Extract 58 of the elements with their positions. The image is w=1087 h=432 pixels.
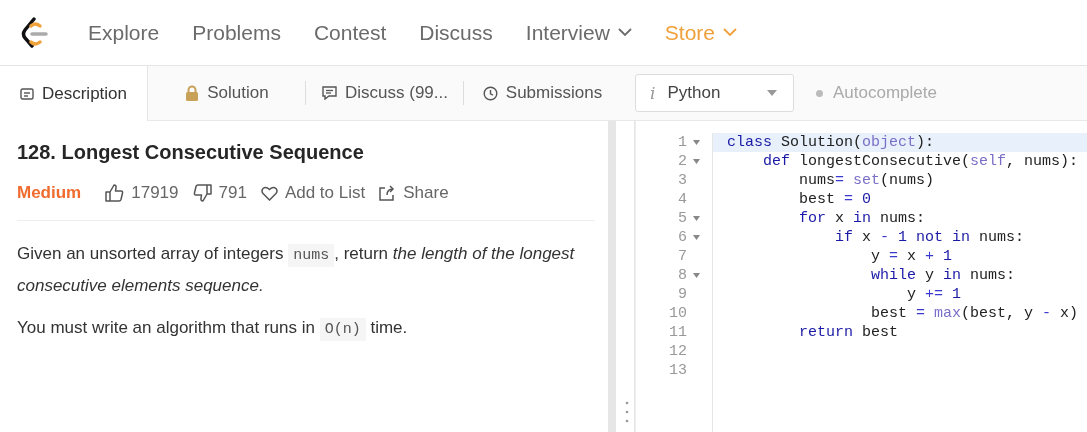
code-line: y = x + 1 [870, 248, 953, 265]
logo-icon[interactable] [20, 15, 50, 50]
clock-icon [482, 85, 498, 101]
share-button[interactable]: Share [379, 183, 449, 203]
problem-title: 128. Longest Consecutive Sequence [17, 141, 365, 164]
language-select[interactable]: i Python [635, 74, 794, 112]
add-to-list-button[interactable]: Add to List [260, 183, 366, 203]
tab[interactable]: Submissions [464, 66, 621, 120]
line-number: 6 [678, 228, 687, 247]
fold-arrow-icon[interactable] [693, 235, 700, 240]
line-number: 3 [678, 171, 687, 190]
fold-arrow-icon[interactable] [693, 216, 700, 221]
tab[interactable]: Solution [148, 66, 306, 120]
code-line: best = max(best, y - x) [870, 305, 1079, 322]
code-line: for x in nums: [798, 210, 926, 227]
scrollbar[interactable] [608, 121, 616, 432]
dropdown-caret-icon [767, 90, 777, 96]
nav-link[interactable]: Explore [88, 20, 160, 45]
fold-arrow-icon[interactable] [693, 273, 700, 278]
line-number: 11 [669, 323, 687, 342]
problem-description: Given an unsorted array of integers nums , return the length of the longest consecutive elements sequence. [17, 243, 576, 297]
code-line: if x - 1 not in nums: [834, 229, 1025, 246]
nav-link[interactable]: Interview [525, 20, 632, 45]
chat-icon [322, 86, 337, 100]
line-number: 13 [669, 361, 687, 380]
line-number: 4 [678, 190, 687, 209]
line-number: 9 [678, 285, 687, 304]
code-line: y += 1 [906, 286, 962, 303]
like-button[interactable]: 17919 [105, 183, 179, 203]
line-number: 8 [678, 266, 687, 285]
code-line: class Solution(object): [727, 134, 935, 151]
code-line: return best [798, 324, 899, 341]
line-number: 12 [669, 342, 687, 361]
fold-arrow-icon[interactable] [693, 140, 700, 145]
tab[interactable]: Description [0, 66, 148, 121]
share-icon [379, 185, 397, 201]
nav-link[interactable]: Contest [313, 20, 387, 45]
heart-icon [260, 185, 278, 201]
line-number: 10 [669, 304, 687, 323]
fold-arrow-icon[interactable] [693, 159, 700, 164]
lock-icon [185, 85, 200, 101]
line-number: 7 [678, 247, 687, 266]
code-line: def longestConsecutive(self, nums): [762, 153, 1079, 170]
dislike-button[interactable]: 791 [192, 183, 247, 203]
nav-link[interactable]: Problems [192, 20, 281, 45]
problem-description: You must write an algorithm that runs in O(n) time. [17, 313, 579, 345]
thumbs-up-icon [105, 184, 125, 202]
tab[interactable]: Discuss (99... [306, 66, 464, 120]
line-number: 2 [678, 152, 687, 171]
difficulty-label: Medium [17, 183, 82, 203]
code-line: best = 0 [798, 191, 872, 208]
line-number: 1 [678, 133, 687, 152]
line-number: 5 [678, 209, 687, 228]
code-line: nums= set(nums) [798, 172, 935, 189]
code-line: while y in nums: [870, 267, 1016, 284]
nav-link[interactable]: Discuss [419, 20, 493, 45]
description-icon [19, 87, 34, 100]
thumbs-down-icon [192, 184, 212, 202]
